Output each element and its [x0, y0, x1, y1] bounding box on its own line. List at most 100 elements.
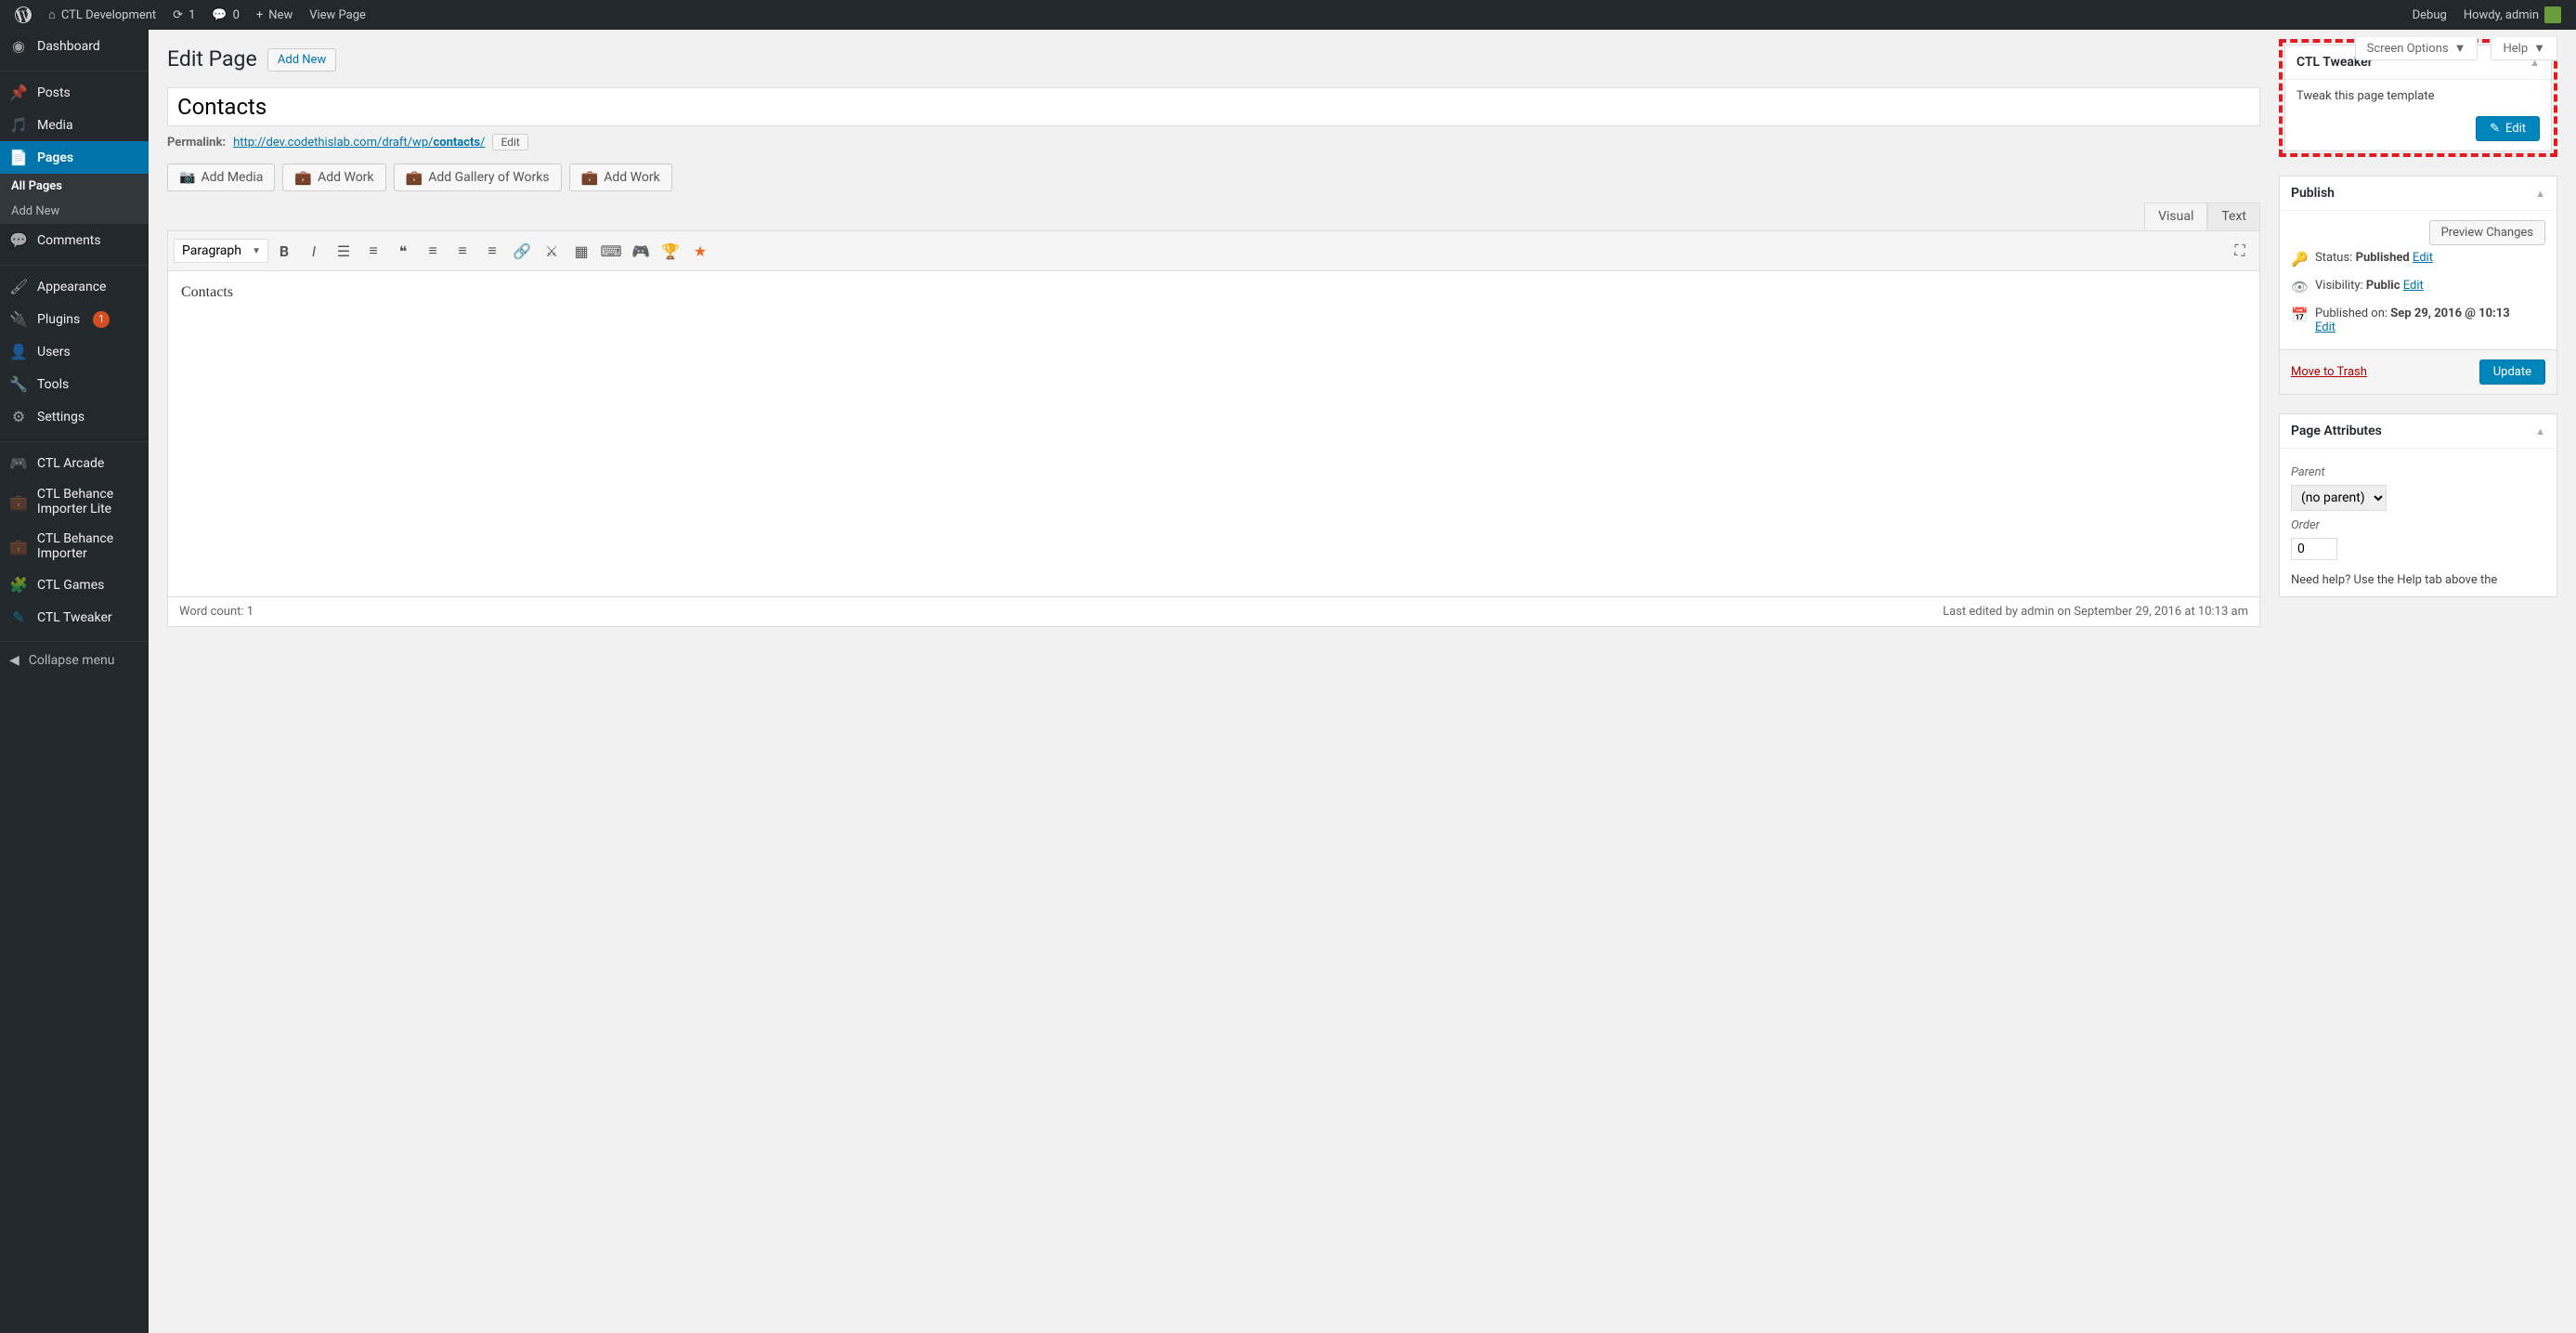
submenu-add-new[interactable]: Add New	[0, 199, 149, 224]
toolbar-toggle-button[interactable]: ⌨	[597, 237, 625, 265]
briefcase-icon: 💼	[294, 169, 312, 186]
menu-ctl-behance-lite[interactable]: 💼CTL Behance Importer Lite	[0, 479, 149, 524]
permalink-link[interactable]: http://dev.codethislab.com/draft/wp/cont…	[233, 136, 485, 150]
menu-users[interactable]: 👤Users	[0, 335, 149, 368]
plus-icon: +	[256, 8, 263, 22]
home-icon: ⌂	[48, 7, 56, 22]
menu-plugins[interactable]: 🔌Plugins1	[0, 303, 149, 335]
menu-media[interactable]: 🎵Media	[0, 109, 149, 141]
tweaker-text: Tweak this page template	[2296, 89, 2540, 103]
unlink-button[interactable]: ⚔	[538, 237, 566, 265]
debug-link[interactable]: Debug	[2405, 0, 2454, 30]
permalink-edit-button[interactable]: Edit	[492, 134, 527, 150]
add-work-button[interactable]: 💼Add Work	[282, 163, 385, 191]
blockquote-button[interactable]: ❝	[389, 237, 417, 265]
move-to-trash-link[interactable]: Move to Trash	[2291, 365, 2367, 379]
attributes-postbox-header[interactable]: Page Attributes ▲	[2280, 414, 2556, 448]
add-new-button[interactable]: Add New	[267, 48, 336, 72]
menu-comments[interactable]: 💬Comments	[0, 224, 149, 256]
menu-ctl-tweaker[interactable]: ✎CTL Tweaker	[0, 601, 149, 634]
menu-ctl-behance[interactable]: 💼CTL Behance Importer	[0, 524, 149, 568]
chevron-down-icon: ▼	[2533, 41, 2545, 56]
format-select[interactable]: Paragraph	[174, 239, 268, 263]
menu-settings[interactable]: ⚙Settings	[0, 400, 149, 433]
gamepad-icon: 🎮	[9, 454, 28, 472]
align-left-button[interactable]: ≡	[419, 237, 447, 265]
status-edit-link[interactable]: Edit	[2413, 251, 2433, 265]
readmore-button[interactable]: ▦	[567, 237, 595, 265]
media-icon: 🎵	[9, 116, 28, 134]
trophy-icon[interactable]: 🏆	[657, 237, 684, 265]
briefcase-icon: 💼	[9, 538, 28, 555]
briefcase-icon: 💼	[406, 169, 423, 186]
camera-icon: 📷	[179, 170, 195, 185]
pencil-icon: ✎	[2490, 122, 2500, 136]
pin-icon: 📌	[9, 84, 28, 101]
permalink-row: Permalink: http://dev.codethislab.com/dr…	[167, 134, 2260, 150]
screen-options-tab[interactable]: Screen Options▼	[2355, 37, 2478, 60]
editor-box: Paragraph B I ☰ ≡ ❝ ≡ ≡ ≡ 🔗 ⚔ ▦ ⌨ 🎮 🏆 ★	[167, 230, 2260, 627]
update-button[interactable]: Update	[2479, 359, 2545, 385]
italic-button[interactable]: I	[300, 237, 328, 265]
site-name-link[interactable]: ⌂ CTL Development	[41, 0, 163, 30]
updates-link[interactable]: ⟳ 1	[165, 0, 202, 30]
number-list-button[interactable]: ≡	[359, 237, 387, 265]
appearance-icon: 🖌	[9, 278, 28, 295]
wp-logo[interactable]	[7, 0, 39, 30]
tweaker-edit-button[interactable]: ✎Edit	[2476, 116, 2540, 141]
briefcase-icon: 💼	[581, 169, 599, 186]
comments-link[interactable]: 💬 0	[204, 0, 247, 30]
pages-icon: 📄	[9, 149, 28, 166]
menu-tools[interactable]: 🔧Tools	[0, 368, 149, 400]
admin-bar: ⌂ CTL Development ⟳ 1 💬 0 + New View Pag…	[0, 0, 2576, 30]
eye-icon: 👁	[2291, 279, 2306, 295]
date-edit-link[interactable]: Edit	[2315, 320, 2335, 334]
align-right-button[interactable]: ≡	[478, 237, 506, 265]
menu-posts[interactable]: 📌Posts	[0, 76, 149, 109]
editor-content[interactable]: Contacts	[168, 271, 2259, 596]
users-icon: 👤	[9, 343, 28, 360]
submenu-pages: All Pages Add New	[0, 174, 149, 224]
preview-changes-button[interactable]: Preview Changes	[2429, 220, 2545, 245]
visual-tab[interactable]: Visual	[2144, 203, 2207, 230]
plugin-icon: 🔌	[9, 310, 28, 328]
chevron-down-icon: ▼	[2454, 41, 2466, 56]
comment-icon: 💬	[9, 231, 28, 249]
text-tab[interactable]: Text	[2207, 203, 2260, 230]
bold-button[interactable]: B	[270, 237, 298, 265]
menu-appearance[interactable]: 🖌Appearance	[0, 270, 149, 303]
new-content-link[interactable]: + New	[249, 0, 300, 30]
comment-icon: 💬	[212, 8, 227, 22]
order-input[interactable]	[2291, 538, 2337, 560]
menu-ctl-games[interactable]: 🧩CTL Games	[0, 568, 149, 601]
account-link[interactable]: Howdy, admin	[2456, 0, 2569, 30]
editor-toolbar: Paragraph B I ☰ ≡ ❝ ≡ ≡ ≡ 🔗 ⚔ ▦ ⌨ 🎮 🏆 ★	[168, 231, 2259, 271]
pencil-icon: ✎	[9, 608, 28, 626]
order-label: Order	[2291, 518, 2545, 532]
calendar-icon: 📅	[2291, 307, 2306, 323]
bullet-list-button[interactable]: ☰	[330, 237, 358, 265]
menu-pages[interactable]: 📄Pages	[0, 141, 149, 174]
help-tab[interactable]: Help▼	[2491, 37, 2557, 60]
word-count: Word count: 1	[179, 605, 254, 619]
add-work-2-button[interactable]: 💼Add Work	[569, 163, 672, 191]
post-title-input[interactable]	[167, 87, 2260, 126]
fullscreen-button[interactable]: ⛶	[2226, 237, 2254, 265]
settings-icon: ⚙	[9, 408, 28, 425]
gamepad-icon[interactable]: 🎮	[627, 237, 655, 265]
view-page-link[interactable]: View Page	[302, 0, 373, 30]
collapse-menu[interactable]: ◀Collapse menu	[0, 641, 149, 675]
submenu-all-pages[interactable]: All Pages	[0, 174, 149, 199]
parent-select[interactable]: (no parent)	[2291, 485, 2387, 511]
link-button[interactable]: 🔗	[508, 237, 536, 265]
menu-dashboard[interactable]: ◉Dashboard	[0, 30, 149, 62]
add-media-button[interactable]: 📷Add Media	[167, 163, 275, 191]
page-heading: Edit Page	[167, 39, 257, 72]
menu-ctl-arcade[interactable]: 🎮CTL Arcade	[0, 447, 149, 479]
visibility-edit-link[interactable]: Edit	[2403, 279, 2424, 293]
publish-postbox-header[interactable]: Publish ▲	[2280, 176, 2556, 210]
star-icon[interactable]: ★	[686, 237, 714, 265]
add-gallery-button[interactable]: 💼Add Gallery of Works	[394, 163, 562, 191]
align-center-button[interactable]: ≡	[449, 237, 476, 265]
key-icon: 🔑	[2291, 251, 2306, 268]
